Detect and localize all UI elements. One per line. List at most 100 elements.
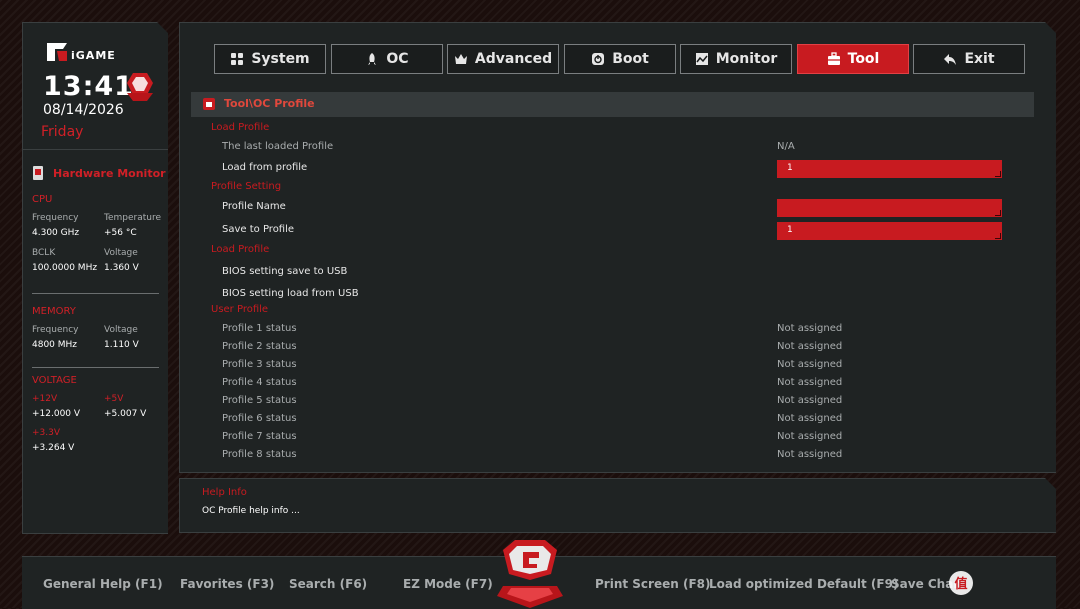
tab-label: Monitor (715, 51, 778, 67)
rocket-icon (368, 53, 377, 65)
v12-label: +12V (32, 394, 58, 404)
cpu-frequency-label: Frequency (32, 213, 79, 223)
v12-value: +12.000 V (32, 409, 81, 419)
group-profile-setting: Profile Setting (211, 181, 282, 192)
profile-status-label: Profile 2 status (222, 341, 297, 352)
bios-save-to-usb[interactable]: BIOS setting save to USB (222, 266, 347, 277)
cpu-section-title: CPU (32, 194, 53, 205)
hardware-monitor-title: Hardware Monitor (53, 167, 166, 180)
hardware-sidebar: iGAME 13:41 08/14/2026 Friday Hardware M… (22, 22, 168, 534)
profile-status-label: Profile 3 status (222, 359, 297, 370)
voltage-section-title: VOLTAGE (32, 375, 77, 386)
last-loaded-profile-label: The last loaded Profile (222, 141, 334, 152)
profile-status-value: Not assigned (777, 341, 843, 352)
igame-emblem-icon (127, 73, 153, 101)
profile-status-value: Not assigned (777, 323, 843, 334)
grid-icon (231, 53, 244, 65)
last-loaded-profile-value: N/A (777, 141, 795, 152)
profile-status-label: Profile 5 status (222, 395, 297, 406)
v33-label: +3.3V (32, 428, 61, 438)
load-optimized-default-button[interactable]: Load optimized Default (F9) (709, 577, 898, 591)
tab-monitor[interactable]: Monitor (680, 44, 792, 74)
tab-exit[interactable]: Exit (913, 44, 1025, 74)
general-help-button[interactable]: General Help (F1) (43, 577, 163, 591)
profile-status-value: Not assigned (777, 377, 843, 388)
tab-tool[interactable]: Tool (797, 44, 909, 74)
cpu-frequency-value: 4.300 GHz (32, 228, 80, 238)
clock-date: 08/14/2026 (43, 102, 124, 118)
divider (23, 149, 168, 150)
tab-label: Tool (847, 51, 880, 67)
profile-status-label: Profile 6 status (222, 413, 297, 424)
profile-status-label: Profile 4 status (222, 377, 297, 388)
profile-status-value: Not assigned (777, 431, 843, 442)
cpu-temperature-value: +56 °C (104, 228, 137, 238)
profile-name-field[interactable] (777, 199, 1002, 217)
group-user-profile: User Profile (211, 304, 269, 315)
v33-value: +3.264 V (32, 443, 75, 453)
tab-label: Exit (964, 51, 995, 67)
clock-day: Friday (41, 124, 84, 140)
toolbox-icon (827, 52, 840, 65)
ez-mode-button[interactable]: EZ Mode (F7) (403, 577, 493, 591)
profile-status-value: Not assigned (777, 413, 843, 424)
profile-name-label[interactable]: Profile Name (222, 201, 286, 212)
crown-icon (454, 54, 467, 64)
chart-icon (695, 53, 708, 65)
save-to-profile-label[interactable]: Save to Profile (222, 224, 294, 235)
profile-status-value: Not assigned (777, 359, 843, 370)
bclk-label: BCLK (32, 248, 56, 258)
v5-value: +5.007 V (104, 409, 147, 419)
watermark-icon: 值 (949, 571, 973, 595)
profile-status-value: Not assigned (777, 395, 843, 406)
tab-advanced[interactable]: Advanced (447, 44, 559, 74)
hardware-monitor-icon (33, 166, 43, 180)
igame-logo: iGAME (47, 43, 116, 62)
tab-label: System (251, 51, 310, 67)
profile-status-value: Not assigned (777, 449, 843, 460)
save-to-profile-field[interactable]: 1 (777, 222, 1002, 240)
search-button[interactable]: Search (F6) (289, 577, 367, 591)
tab-label: OC (386, 51, 409, 67)
memory-section-title: MEMORY (32, 306, 76, 317)
tab-system[interactable]: System (214, 44, 326, 74)
breadcrumb-bar: Tool\OC Profile (191, 92, 1034, 117)
back-arrow-icon (944, 54, 957, 65)
bclk-value: 100.0000 MHz (32, 263, 98, 273)
svg-text:值: 值 (954, 576, 967, 592)
igame-center-logo (497, 540, 563, 608)
memory-voltage-label: Voltage (104, 325, 138, 335)
help-text: OC Profile help info ... (202, 506, 300, 516)
tab-boot[interactable]: Boot (564, 44, 676, 74)
group-load-profile: Load Profile (211, 122, 270, 133)
tab-oc[interactable]: OC (331, 44, 443, 74)
tab-label: Boot (612, 51, 649, 67)
cpu-voltage-value: 1.360 V (104, 263, 139, 273)
toolbox-icon (203, 98, 215, 110)
memory-voltage-value: 1.110 V (104, 340, 139, 350)
profile-status-label: Profile 8 status (222, 449, 297, 460)
load-from-profile-field[interactable]: 1 (777, 160, 1002, 178)
main-panel: System OC Advanced Boot Monitor Tool Exi… (179, 22, 1056, 473)
load-from-profile-label[interactable]: Load from profile (222, 162, 307, 173)
print-screen-button[interactable]: Print Screen (F8) (595, 577, 710, 591)
memory-frequency-value: 4800 MHz (32, 340, 78, 350)
bios-load-from-usb[interactable]: BIOS setting load from USB (222, 288, 359, 299)
brand-text: iGAME (71, 49, 116, 62)
clock-time: 13:41 (43, 71, 134, 102)
profile-status-label: Profile 1 status (222, 323, 297, 334)
power-icon (592, 53, 605, 65)
divider (32, 367, 159, 368)
tab-label: Advanced (474, 51, 553, 67)
help-panel: Help Info OC Profile help info ... (179, 478, 1056, 533)
cpu-temperature-label: Temperature (104, 213, 162, 223)
group-load-profile-usb: Load Profile (211, 244, 270, 255)
memory-frequency-label: Frequency (32, 325, 79, 335)
breadcrumb: Tool\OC Profile (224, 97, 315, 110)
cpu-voltage-label: Voltage (104, 248, 138, 258)
divider (32, 293, 159, 294)
v5-label: +5V (104, 394, 124, 404)
profile-status-label: Profile 7 status (222, 431, 297, 442)
help-title: Help Info (202, 487, 247, 498)
favorites-button[interactable]: Favorites (F3) (180, 577, 274, 591)
